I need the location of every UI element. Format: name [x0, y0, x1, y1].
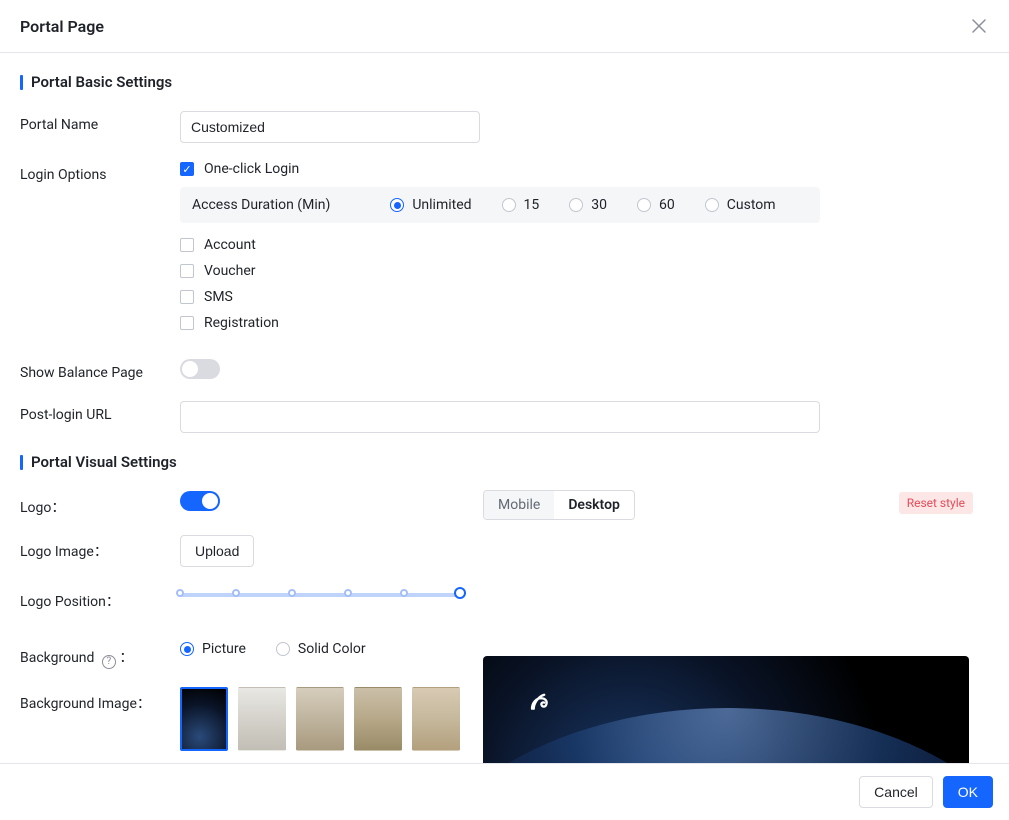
label-show-balance: Show Balance Page: [20, 359, 180, 381]
label-background-image: Background Image：: [20, 687, 180, 713]
label-logo-image: Logo Image：: [20, 535, 180, 561]
reset-style-button[interactable]: Reset style: [899, 492, 973, 514]
radio-solid[interactable]: [276, 642, 290, 656]
section-basic-title: Portal Basic Settings: [20, 73, 989, 91]
cancel-button[interactable]: Cancel: [859, 776, 933, 808]
radio-picture[interactable]: [180, 642, 194, 656]
post-login-url-input[interactable]: [180, 401, 820, 433]
label-background: Background ? ：: [20, 641, 180, 669]
duration-30[interactable]: 30: [569, 197, 607, 213]
radio-60[interactable]: [637, 198, 651, 212]
radio-30[interactable]: [569, 198, 583, 212]
portal-name-input[interactable]: [180, 111, 480, 143]
bg-thumb-2[interactable]: [296, 687, 344, 751]
bg-thumb-3[interactable]: [354, 687, 402, 751]
preview-logo-icon: [525, 686, 553, 714]
radio-custom[interactable]: [705, 198, 719, 212]
modal-header: Portal Page: [0, 0, 1009, 53]
section-visual-title: Portal Visual Settings: [20, 453, 989, 471]
option-sms[interactable]: SMS: [180, 289, 989, 305]
checkbox-registration[interactable]: [180, 316, 194, 330]
one-click-label: One-click Login: [204, 161, 299, 177]
radio-15[interactable]: [502, 198, 516, 212]
help-icon[interactable]: ?: [102, 655, 116, 669]
radio-unlimited[interactable]: [390, 198, 404, 212]
row-login-options: Login Options One-click Login Access Dur…: [20, 161, 989, 341]
switch-logo[interactable]: [180, 491, 220, 511]
checkbox-voucher[interactable]: [180, 264, 194, 278]
label-logo: Logo：: [20, 491, 180, 517]
option-one-click[interactable]: One-click Login: [180, 161, 989, 177]
upload-logo-button[interactable]: Upload: [180, 535, 254, 567]
duration-custom[interactable]: Custom: [705, 197, 776, 213]
bg-picture[interactable]: Picture: [180, 641, 246, 657]
tab-desktop[interactable]: Desktop: [554, 491, 634, 519]
label-portal-name: Portal Name: [20, 111, 180, 133]
modal-footer: Cancel OK: [0, 763, 1009, 820]
duration-radio-group: Unlimited 15 30 60: [390, 197, 775, 213]
bg-thumb-4[interactable]: [412, 687, 460, 751]
duration-60[interactable]: 60: [637, 197, 675, 213]
checkbox-sms[interactable]: [180, 290, 194, 304]
ok-button[interactable]: OK: [943, 776, 993, 808]
duration-unlimited[interactable]: Unlimited: [390, 197, 471, 213]
access-duration-label: Access Duration (Min): [192, 197, 330, 213]
label-login-options: Login Options: [20, 161, 180, 183]
switch-show-balance[interactable]: [180, 359, 220, 379]
portal-preview: [483, 656, 969, 768]
label-post-login-url: Post-login URL: [20, 401, 180, 423]
row-portal-name: Portal Name: [20, 111, 989, 143]
slider-handle[interactable]: [454, 587, 466, 599]
modal-title: Portal Page: [20, 17, 104, 36]
bg-solid[interactable]: Solid Color: [276, 641, 366, 657]
device-tabs: Mobile Desktop: [483, 490, 635, 520]
bg-thumb-0[interactable]: [180, 687, 228, 751]
checkbox-account[interactable]: [180, 238, 194, 252]
logo-position-slider[interactable]: [180, 585, 460, 597]
close-icon[interactable]: [969, 16, 989, 36]
option-registration[interactable]: Registration: [180, 315, 989, 331]
row-show-balance: Show Balance Page: [20, 359, 989, 383]
option-voucher[interactable]: Voucher: [180, 263, 989, 279]
bg-thumb-1[interactable]: [238, 687, 286, 751]
preview-panel: Mobile Desktop Reset style: [483, 490, 973, 768]
tab-mobile[interactable]: Mobile: [484, 491, 554, 519]
row-post-login-url: Post-login URL: [20, 401, 989, 433]
label-logo-position: Logo Position：: [20, 585, 180, 611]
checkbox-one-click[interactable]: [180, 162, 194, 176]
option-account[interactable]: Account: [180, 237, 989, 253]
duration-15[interactable]: 15: [502, 197, 540, 213]
access-duration-box: Access Duration (Min) Unlimited 15 30: [180, 187, 820, 223]
